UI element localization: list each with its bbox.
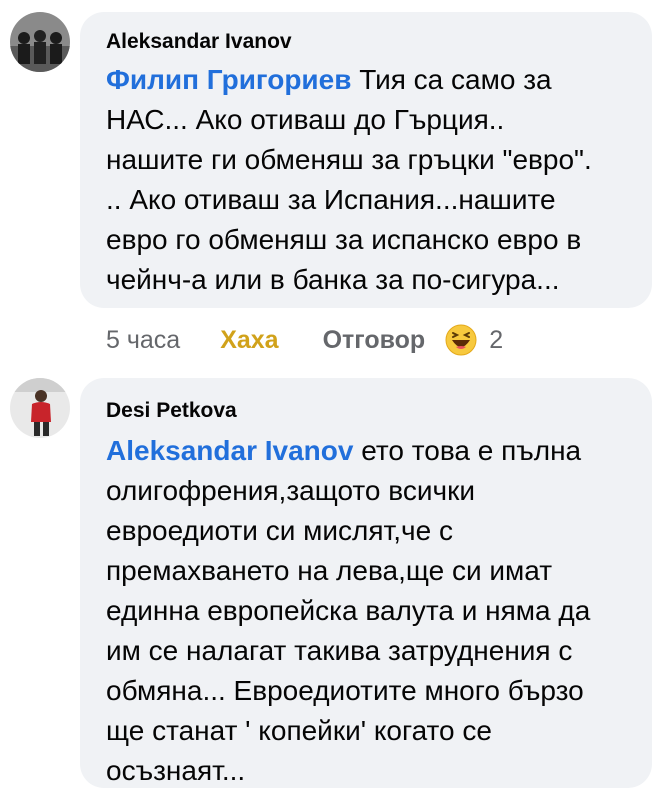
mention-link[interactable]: Филип Григориев (106, 64, 351, 95)
comment-timestamp[interactable]: 5 часа (106, 326, 180, 355)
profile-photo-icon (10, 378, 70, 438)
comment-text: Филип Григориев Тия са само за НАС... Ак… (106, 60, 646, 300)
comment-author[interactable]: Aleksandar Ivanov (106, 30, 292, 54)
comment-actions: 5 часа Хаха Отговор 2 (106, 322, 503, 358)
avatar[interactable] (10, 12, 70, 72)
haha-emoji-icon (445, 324, 477, 356)
reply-button[interactable]: Отговор (323, 326, 426, 355)
avatar[interactable] (10, 378, 70, 438)
mention-link[interactable]: Aleksandar Ivanov (106, 435, 353, 466)
comment-author[interactable]: Desi Petkova (106, 399, 237, 423)
reaction-summary[interactable]: 2 (445, 324, 503, 356)
comment-body: ето това е пълна олигофрения,защото всич… (106, 435, 591, 786)
comment-body: Тия са само за НАС... Ако отиваш до Гърц… (106, 64, 592, 295)
reaction-count: 2 (489, 325, 504, 354)
comment-text: Aleksandar Ivanov ето това е пълна олиго… (106, 431, 646, 791)
group-photo-icon (10, 12, 70, 72)
like-button[interactable]: Хаха (220, 326, 278, 355)
